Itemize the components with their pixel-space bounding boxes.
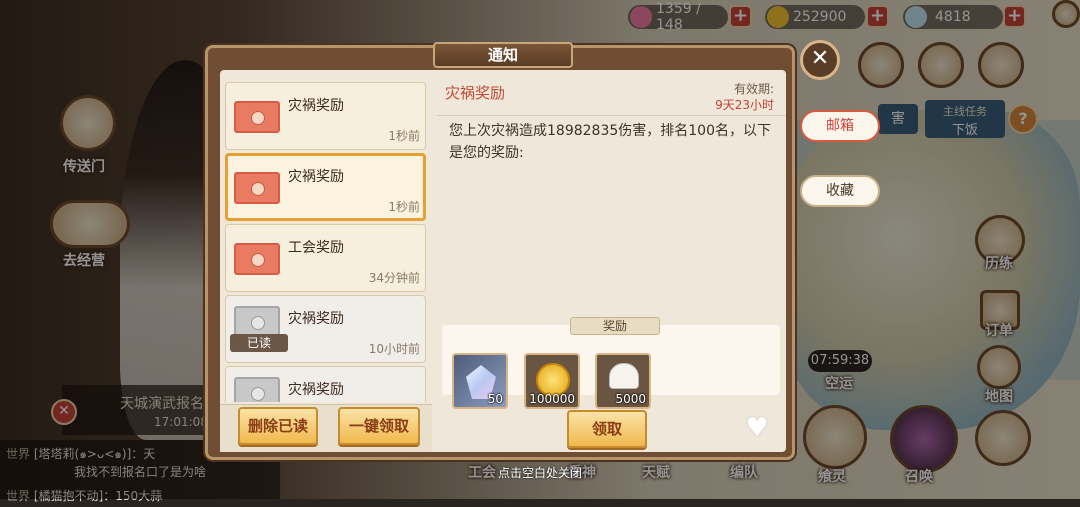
reward-qty: 5000 <box>615 392 646 406</box>
close-hint: 点击空白处关闭 <box>497 466 582 480</box>
chef-hat-icon <box>609 363 639 389</box>
mail-time: 34分钟前 <box>368 271 420 285</box>
envelope-icon <box>234 243 280 275</box>
tab-favorites[interactable]: 收藏 <box>800 175 880 207</box>
claim-button[interactable]: 领取 <box>567 410 647 448</box>
reward-qty: 50 <box>487 392 503 406</box>
read-badge: 已读 <box>230 334 288 352</box>
dialog-content: 灾祸奖励 1秒前 灾祸奖励 1秒前 工会奖励 34分钟前 已读 灾祸奖励 10小… <box>220 70 786 452</box>
mail-title: 灾祸奖励 <box>288 382 344 398</box>
reward-title: 奖励 <box>570 317 660 335</box>
open-envelope-icon <box>234 377 280 402</box>
mail-title: 灾祸奖励 <box>288 311 344 327</box>
mail-time: 10小时前 <box>368 342 420 356</box>
dialog-title: 通知 <box>433 42 573 68</box>
validity-label: 有效期: <box>733 82 774 96</box>
claim-all-button[interactable]: 一键领取 <box>338 407 420 445</box>
heart-favorite-icon[interactable]: ♥ <box>742 414 772 442</box>
mail-detail: 灾祸奖励 有效期: 9天23小时 您上次灾祸造成18982835伤害，排名100… <box>437 70 786 452</box>
detail-body: 您上次灾祸造成18982835伤害，排名100名，以下是您的奖励: <box>449 123 771 161</box>
reward-item[interactable]: 50 <box>452 353 508 409</box>
mail-title: 工会奖励 <box>288 240 344 256</box>
tab-mailbox[interactable]: 邮箱 <box>800 110 880 142</box>
mail-item-read[interactable]: 已读 灾祸奖励 10小时前 <box>225 295 426 363</box>
mail-item[interactable]: 工会奖励 34分钟前 <box>225 224 426 292</box>
reward-item[interactable]: 100000 <box>524 353 580 409</box>
detail-title: 灾祸奖励 <box>445 84 506 102</box>
mail-item-read[interactable]: 灾祸奖励 <box>225 366 426 402</box>
validity-value: 9天23小时 <box>715 98 774 112</box>
mail-dialog: 通知 灾祸奖励 1秒前 灾祸奖励 1秒前 工会奖励 34分钟前 已读 灾祸奖励 <box>205 42 795 460</box>
delete-read-button[interactable]: 删除已读 <box>238 407 318 445</box>
reward-box: 奖励 50 100000 5000 <box>442 317 780 409</box>
mail-time: 1秒前 <box>388 200 420 214</box>
mail-item[interactable]: 灾祸奖励 1秒前 <box>225 82 426 150</box>
mail-item-selected[interactable]: 灾祸奖励 1秒前 <box>225 153 426 221</box>
envelope-icon <box>234 172 280 204</box>
reward-qty: 100000 <box>529 392 575 406</box>
envelope-icon <box>234 101 280 133</box>
detail-header: 灾祸奖励 有效期: 9天23小时 <box>437 78 786 116</box>
reward-item[interactable]: 5000 <box>595 353 651 409</box>
mail-time: 1秒前 <box>388 129 420 143</box>
close-icon[interactable]: ✕ <box>800 40 840 80</box>
mail-list[interactable]: 灾祸奖励 1秒前 灾祸奖励 1秒前 工会奖励 34分钟前 已读 灾祸奖励 10小… <box>225 82 428 402</box>
mail-title: 灾祸奖励 <box>288 98 344 114</box>
mail-title: 灾祸奖励 <box>288 169 344 185</box>
